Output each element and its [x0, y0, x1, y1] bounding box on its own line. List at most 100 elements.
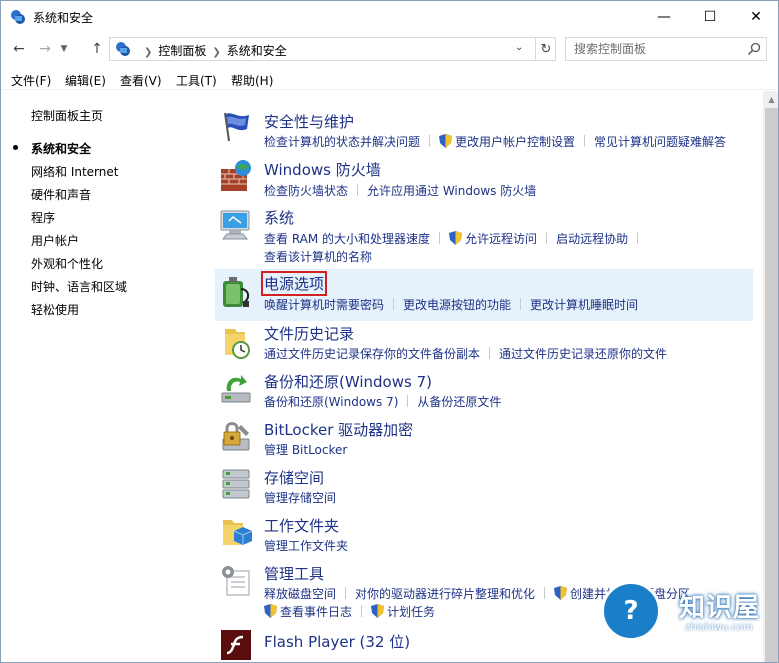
sidebar-home-link[interactable]: 控制面板主页: [31, 107, 103, 124]
task-link[interactable]: 常见计算机问题疑难解答: [594, 135, 726, 149]
category-title[interactable]: BitLocker 驱动器加密: [264, 419, 413, 440]
refresh-button[interactable]: ↻: [535, 38, 556, 60]
category-title[interactable]: Flash Player (32 位): [264, 631, 410, 652]
link-divider: [345, 587, 347, 599]
task-link[interactable]: 管理存储空间: [264, 491, 336, 505]
menu-edit[interactable]: 编辑(E): [65, 72, 106, 89]
task-link[interactable]: 允许远程访问: [465, 232, 537, 246]
category-title[interactable]: Windows 防火墙: [264, 159, 381, 180]
category-power-options[interactable]: 电源选项 唤醒计算机时需要密码 更改电源按钮的功能 更改计算机睡眠时间: [215, 269, 753, 321]
breadcrumb-item[interactable]: 控制面板: [158, 44, 206, 58]
menu-file[interactable]: 文件(F): [11, 72, 51, 89]
lightbulb-question-icon: ?: [601, 581, 661, 641]
link-divider: [361, 605, 363, 617]
sidebar-item-network[interactable]: 网络和 Internet: [31, 163, 118, 180]
category-title[interactable]: 安全性与维护: [264, 111, 354, 132]
scroll-up-icon[interactable]: ▲: [763, 91, 778, 108]
task-link[interactable]: 通过文件历史记录保存你的文件备份副本: [264, 347, 480, 361]
uac-shield-icon: [449, 231, 463, 245]
category-links: 检查防火墙状态 允许应用通过 Windows 防火墙: [264, 182, 536, 199]
category-title[interactable]: 存储空间: [264, 467, 324, 488]
task-link[interactable]: 允许应用通过 Windows 防火墙: [367, 184, 536, 198]
link-divider: [520, 298, 522, 310]
category-work-folders: 工作文件夹 管理工作文件夹: [215, 515, 753, 559]
uac-shield-icon: [371, 604, 385, 618]
task-link[interactable]: 释放磁盘空间: [264, 587, 336, 601]
menu-tools[interactable]: 工具(T): [176, 72, 217, 89]
task-link[interactable]: 备份和还原(Windows 7): [264, 395, 398, 409]
category-title[interactable]: 系统: [264, 207, 294, 228]
category-links: 管理 BitLocker: [264, 441, 347, 458]
task-link[interactable]: 更改用户帐户控制设置: [455, 135, 575, 149]
task-link[interactable]: 检查防火墙状态: [264, 184, 348, 198]
power-options-icon: [223, 277, 249, 307]
active-bullet-icon: [13, 145, 18, 150]
task-link[interactable]: 启动远程协助: [556, 232, 628, 246]
search-box[interactable]: [565, 37, 767, 61]
backup-icon: [221, 375, 251, 403]
control-panel-icon: [11, 10, 25, 24]
task-link[interactable]: 唤醒计算机时需要密码: [264, 298, 384, 312]
link-divider: [357, 184, 359, 196]
flag-icon: [224, 112, 249, 142]
breadcrumb-separator-icon[interactable]: ❯: [212, 47, 220, 58]
category-title[interactable]: 电源选项: [261, 271, 328, 296]
category-bitlocker: BitLocker 驱动器加密 管理 BitLocker: [215, 419, 753, 463]
sidebar-item-clock-region[interactable]: 时钟、语言和区域: [31, 278, 127, 295]
category-list: 安全性与维护 检查计算机的状态并解决问题 更改用户帐户控制设置 常见计算机问题疑难解…: [215, 91, 763, 662]
task-link[interactable]: 查看 RAM 的大小和处理器速度: [264, 232, 430, 246]
category-links: 管理工作文件夹: [264, 537, 348, 554]
task-link[interactable]: 查看事件日志: [280, 605, 352, 619]
search-input[interactable]: [574, 41, 734, 57]
forward-button[interactable]: →: [35, 39, 55, 59]
sidebar-item-user-accounts[interactable]: 用户帐户: [31, 232, 79, 249]
link-divider: [637, 232, 639, 244]
watermark: ? 知识屋 zhishiwu.com: [601, 579, 776, 659]
category-links: 检查计算机的状态并解决问题 更改用户帐户控制设置 常见计算机问题疑难解答: [264, 133, 726, 150]
category-title[interactable]: 备份和还原(Windows 7): [264, 371, 432, 392]
category-title[interactable]: 工作文件夹: [264, 515, 339, 536]
address-bar[interactable]: ❯ 控制面板 ❯ 系统和安全 ⌄ ↻: [109, 37, 556, 61]
uac-shield-icon: [554, 586, 568, 600]
back-button[interactable]: ←: [9, 39, 29, 59]
category-title[interactable]: 管理工具: [264, 563, 324, 584]
file-history-icon: [225, 329, 250, 359]
watermark-brand: 知识屋: [679, 593, 761, 623]
sidebar-item-hardware-sound[interactable]: 硬件和声音: [31, 186, 91, 203]
sidebar-item-appearance[interactable]: 外观和个性化: [31, 255, 103, 272]
maximize-button[interactable]: ☐: [687, 1, 733, 32]
sidebar-item-ease-of-access[interactable]: 轻松使用: [31, 301, 79, 318]
task-link[interactable]: 更改电源按钮的功能: [403, 298, 511, 312]
vertical-scrollbar[interactable]: ▲: [763, 91, 778, 662]
task-link[interactable]: 查看该计算机的名称: [264, 250, 372, 264]
task-link[interactable]: 计划任务: [387, 605, 435, 619]
link-divider: [439, 232, 441, 244]
category-security-maintenance: 安全性与维护 检查计算机的状态并解决问题 更改用户帐户控制设置 常见计算机问题疑难解…: [215, 107, 753, 151]
close-button[interactable]: ✕: [733, 1, 778, 32]
task-link[interactable]: 更改计算机睡眠时间: [530, 298, 638, 312]
search-icon[interactable]: [746, 41, 762, 57]
category-links: 唤醒计算机时需要密码 更改电源按钮的功能 更改计算机睡眠时间: [264, 296, 638, 313]
category-file-history: 文件历史记录 通过文件历史记录保存你的文件备份副本 通过文件历史记录还原你的文件: [215, 323, 753, 367]
task-link[interactable]: 检查计算机的状态并解决问题: [264, 135, 420, 149]
sidebar-item-system-security[interactable]: 系统和安全: [31, 140, 91, 157]
recent-locations-button[interactable]: ▼: [57, 39, 71, 59]
minimize-button[interactable]: —: [641, 1, 687, 32]
link-divider: [489, 347, 491, 359]
link-divider: [429, 135, 431, 147]
category-links: 备份和还原(Windows 7) 从备份还原文件: [264, 393, 501, 410]
task-link[interactable]: 通过文件历史记录还原你的文件: [499, 347, 667, 361]
category-title[interactable]: 文件历史记录: [264, 323, 354, 344]
task-link[interactable]: 管理 BitLocker: [264, 443, 347, 457]
menu-help[interactable]: 帮助(H): [231, 72, 273, 89]
link-divider: [584, 135, 586, 147]
sidebar-item-programs[interactable]: 程序: [31, 209, 55, 226]
breadcrumb-item[interactable]: 系统和安全: [227, 44, 287, 58]
category-windows-firewall: Windows 防火墙 检查防火墙状态 允许应用通过 Windows 防火墙: [215, 155, 753, 199]
task-link[interactable]: 管理工作文件夹: [264, 539, 348, 553]
menu-view[interactable]: 查看(V): [120, 72, 162, 89]
task-link[interactable]: 从备份还原文件: [417, 395, 501, 409]
chevron-down-icon[interactable]: ⌄: [515, 42, 523, 53]
task-link[interactable]: 对你的驱动器进行碎片整理和优化: [355, 587, 535, 601]
up-button[interactable]: ↑: [87, 39, 107, 59]
